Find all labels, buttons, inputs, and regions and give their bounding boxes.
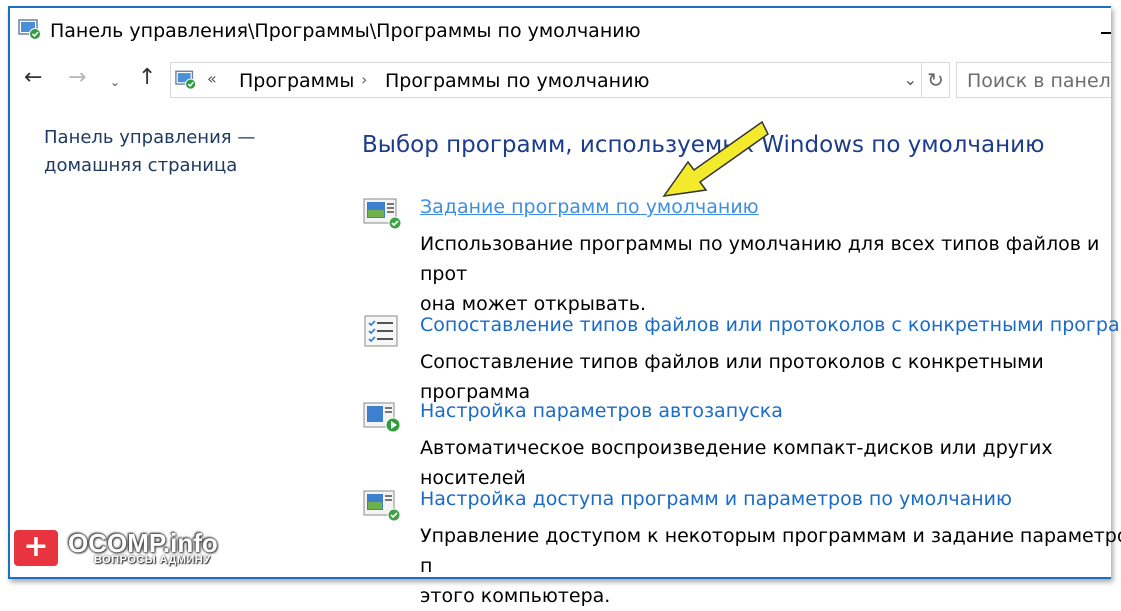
file-associations-desc: Сопоставление типов файлов или протоколо… [420,351,1044,403]
arrow-up-icon: ↑ [138,65,157,90]
desc-line: этого компьютера. [420,585,611,607]
home-link-line2: домашняя страница [44,155,238,176]
autoplay-icon [363,402,401,433]
refresh-icon: ↻ [927,68,944,92]
control-panel-icon [18,19,41,40]
title-bar: Панель управления\Программы\Программы по… [10,8,1111,56]
page-title: Выбор программ, используемых Windows по … [362,132,1045,158]
desc-line: Управление доступом к некоторым программ… [420,525,1121,577]
control-panel-home-link[interactable]: Панель управления — домашняя страница [44,124,284,180]
recent-locations-button[interactable]: ⌄ [110,70,120,94]
autoplay-settings-desc: Автоматическое воспроизведение компакт-д… [420,437,1053,489]
desc-line: Использование программы по умолчанию для… [420,233,1100,285]
forward-button[interactable]: → [68,66,86,90]
watermark-subtitle: ВОПРОСЫ АДМИНУ [94,554,211,566]
breadcrumb-separator-icon[interactable]: › [361,70,367,89]
program-access-icon [363,490,401,522]
chevron-down-icon[interactable]: ⌄ [904,70,917,89]
sidebar: Панель управления — домашняя страница [44,124,284,180]
default-programs-icon [363,198,402,230]
chevron-down-icon: ⌄ [110,75,121,89]
search-placeholder: Поиск в панели [967,70,1111,92]
home-link-line1: Панель управления — [44,127,256,148]
program-access-desc: Управление доступом к некоторым программ… [420,521,1121,611]
address-bar[interactable]: « Программы › Программы по умолчанию ⌄ [170,62,922,98]
file-associations-icon [364,315,398,347]
arrow-left-icon: ← [24,65,43,90]
set-default-programs-desc: Использование программы по умолчанию для… [420,229,1121,319]
breadcrumb-overflow-icon[interactable]: « [207,69,217,88]
plus-badge-icon: + [14,530,58,566]
set-default-programs-link[interactable]: Задание программ по умолчанию [420,196,759,218]
navigation-bar: ← → ⌄ ↑ « Программы › Программы по умолч… [10,56,1111,108]
breadcrumb-programs[interactable]: Программы [239,70,354,92]
arrow-right-icon: → [68,65,87,90]
file-associations-link[interactable]: Сопоставление типов файлов или протоколо… [420,314,1121,336]
back-button[interactable]: ← [24,66,42,90]
refresh-button[interactable]: ↻ [922,62,950,98]
program-access-link[interactable]: Настройка доступа программ и параметров … [420,488,1012,510]
main-content: Выбор программ, используемых Windows по … [362,132,1121,607]
search-input[interactable]: Поиск в панели [956,62,1111,98]
window-title: Панель управления\Программы\Программы по… [50,20,641,42]
autoplay-settings-link[interactable]: Настройка параметров автозапуска [420,400,783,422]
control-panel-icon [175,70,197,90]
breadcrumb-default-programs[interactable]: Программы по умолчанию [385,70,649,92]
minimize-button[interactable] [1101,32,1111,34]
up-button[interactable]: ↑ [138,66,156,90]
site-watermark: + OCOMP.info ВОПРОСЫ АДМИНУ [14,528,244,574]
desc-line: она может открывать. [420,293,646,315]
